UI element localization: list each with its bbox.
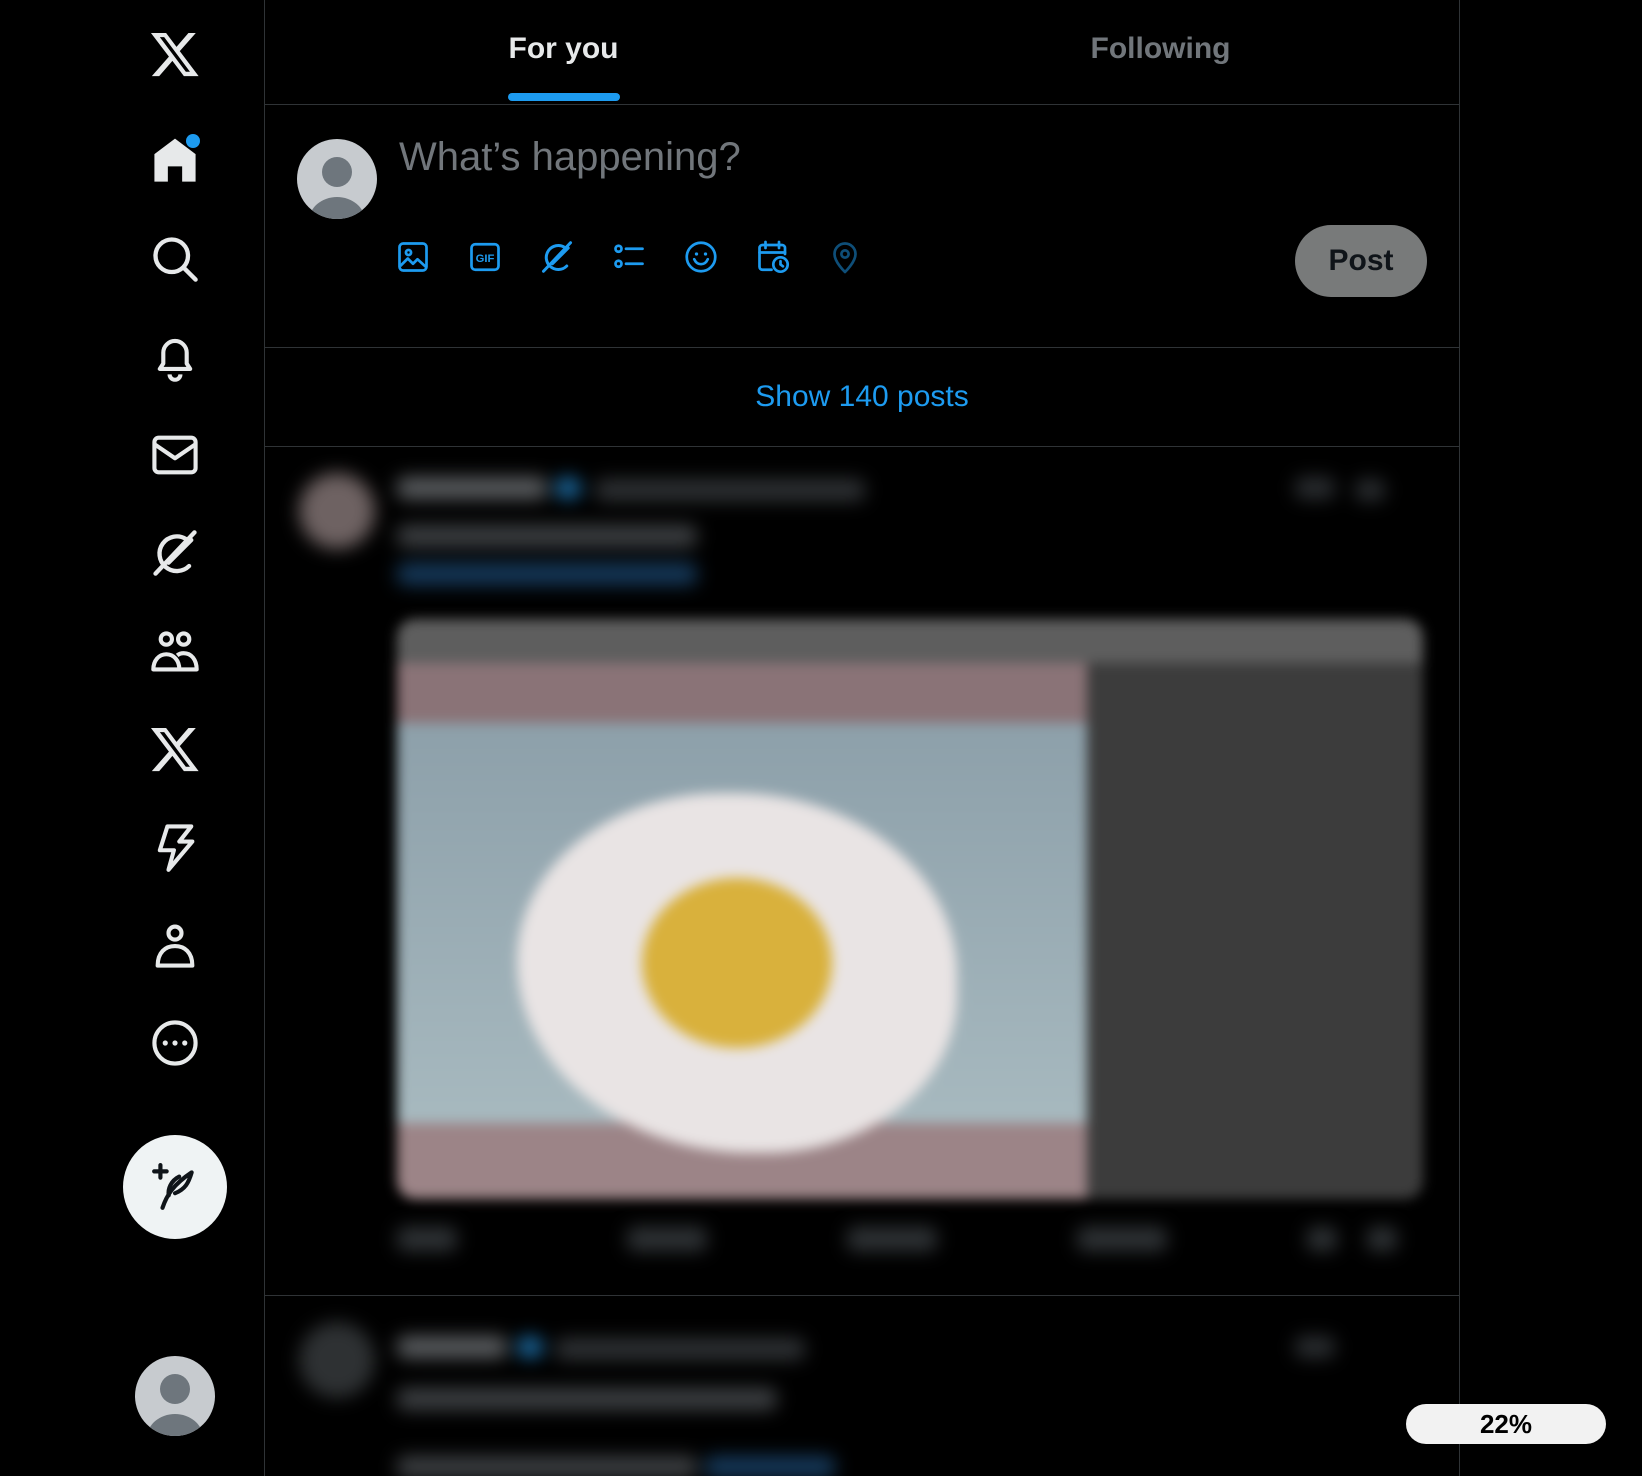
account-avatar[interactable]: [135, 1356, 215, 1436]
grok-icon: [153, 530, 197, 576]
people-icon: [151, 631, 199, 672]
gif-button[interactable]: GIF: [467, 239, 503, 275]
sidebar-item-notifications[interactable]: [142, 324, 208, 390]
grok-icon: [542, 241, 572, 273]
sidebar-item-communities[interactable]: [142, 618, 208, 684]
tab-label: For you: [508, 32, 619, 65]
post-author-avatar: [299, 1322, 375, 1398]
app-window: For you Following What’s happening? GIF …: [0, 0, 1642, 1476]
location-icon: [833, 242, 857, 274]
sidebar-item-messages[interactable]: [142, 422, 208, 488]
post-actions: [397, 1227, 1423, 1257]
sidebar-item-verified-orgs[interactable]: [142, 814, 208, 880]
image-icon: [398, 242, 428, 272]
emoji-button[interactable]: [683, 239, 719, 275]
timeline-column: For you Following What’s happening? GIF …: [264, 0, 1460, 1476]
zoom-level-indicator: 22%: [1406, 1404, 1606, 1444]
timeline-tabs: For you Following: [265, 0, 1459, 105]
tab-label: Following: [1090, 32, 1231, 65]
timeline-post[interactable]: [265, 1296, 1459, 1476]
show-new-posts-button[interactable]: Show 140 posts: [265, 348, 1459, 447]
sidebar-item-premium[interactable]: [142, 716, 208, 782]
notification-dot: [186, 134, 200, 148]
show-new-posts-label: Show 140 posts: [755, 380, 969, 413]
active-tab-indicator: [507, 93, 620, 101]
media-button[interactable]: [395, 239, 431, 275]
post-media-image[interactable]: [397, 619, 1423, 1199]
gif-icon: GIF: [470, 242, 500, 272]
person-icon: [155, 924, 195, 968]
x-logo-icon[interactable]: [142, 21, 208, 87]
zoom-level-label: 22%: [1479, 1408, 1533, 1439]
sidebar-item-explore[interactable]: [142, 226, 208, 292]
post-author-avatar: [299, 473, 375, 549]
more-circle-icon: [152, 1020, 198, 1066]
search-icon: [153, 237, 198, 282]
composer-toolbar: GIF: [395, 239, 863, 275]
feather-plus-icon: [152, 1163, 194, 1210]
grok-button[interactable]: [539, 239, 575, 275]
schedule-button[interactable]: [755, 239, 791, 275]
sidebar-item-grok[interactable]: [142, 520, 208, 586]
svg-text:GIF: GIF: [476, 253, 495, 265]
mail-icon: [152, 435, 198, 475]
location-button[interactable]: [827, 239, 863, 275]
poll-icon: [614, 244, 644, 269]
x-logo-icon: [150, 727, 199, 772]
emoji-icon: [685, 241, 717, 273]
poll-button[interactable]: [611, 239, 647, 275]
schedule-icon: [758, 240, 790, 274]
tab-for-you[interactable]: For you: [265, 0, 862, 104]
post-composer: GIF Post: [265, 105, 1459, 348]
tab-following[interactable]: Following: [862, 0, 1459, 104]
sidebar-nav: [0, 0, 264, 1476]
sidebar-item-profile[interactable]: [142, 912, 208, 978]
sidebar-item-home[interactable]: [142, 128, 208, 194]
lightning-icon: [157, 824, 195, 872]
timeline-post[interactable]: [265, 447, 1459, 1296]
compose-post-button[interactable]: [123, 1135, 227, 1239]
compose-text-input[interactable]: [397, 126, 1201, 188]
post-button[interactable]: Post: [1295, 225, 1427, 297]
composer-avatar: [297, 139, 377, 219]
sidebar-item-more[interactable]: [142, 1010, 208, 1076]
bell-icon: [157, 338, 193, 382]
